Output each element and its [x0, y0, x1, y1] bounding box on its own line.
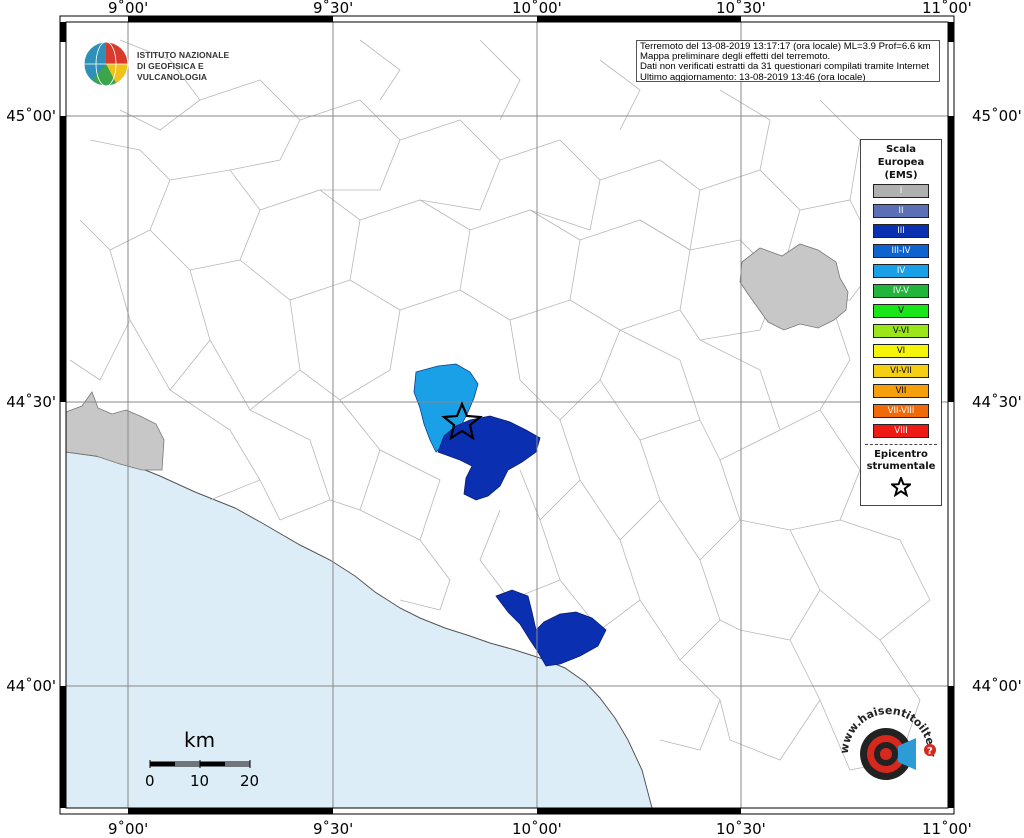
legend-title: Scala Europea (EMS): [877, 144, 925, 181]
scale-label-10: 10: [190, 772, 210, 790]
lon-tick-bottom-0: 9˚00': [108, 820, 148, 838]
lat-tick-right-2: 44˚00': [972, 677, 1022, 695]
scale-bar: km 0 10 20: [140, 728, 280, 798]
legend-item: IV-V: [873, 284, 929, 298]
ingv-line1: ISTITUTO NAZIONALE: [137, 50, 230, 60]
lat-tick-right-1: 44˚30': [972, 393, 1022, 411]
lon-tick-bottom-4: 11˚00': [922, 820, 972, 838]
legend-item: II: [873, 204, 929, 218]
legend-item: V-VI: [873, 324, 929, 338]
scale-label-20: 20: [240, 772, 260, 790]
ingv-logo: ISTITUTO NAZIONALE DI GEOFISICA E VULCAN…: [80, 38, 270, 90]
legend-item: IV: [873, 264, 929, 278]
scale-label-0: 0: [145, 772, 155, 790]
lat-tick-labels-right: 45˚00' 44˚30' 44˚00': [972, 107, 1022, 695]
ems-legend: Scala Europea (EMS) I II III III-IV IV IV-V V V…: [860, 139, 942, 506]
legend-item: VI: [873, 344, 929, 358]
lon-tick-bottom-1: 9˚30': [313, 820, 353, 838]
lat-tick-1: 44˚30': [6, 393, 56, 411]
haisentito-logo: www.haisentitoilterremoto.it ?: [822, 686, 948, 802]
haisentito-target-icon: www.haisentitoilterremoto.it ?: [822, 686, 938, 780]
legend-star-icon: [891, 477, 911, 497]
lat-tick-0: 45˚00': [6, 107, 56, 125]
lon-tick-labels-bottom: 9˚00' 9˚30' 10˚00' 10˚30' 11˚00': [108, 820, 972, 838]
lon-tick-labels-top: 9˚00' 9˚30' 10˚00' 10˚30' 11˚00': [108, 0, 972, 17]
legend-item: VIII: [873, 424, 929, 438]
lon-tick-1: 9˚30': [313, 0, 353, 17]
legend-item: I: [873, 184, 929, 198]
lon-tick-bottom-2: 10˚00': [512, 820, 562, 838]
legend-item: VII-VIII: [873, 404, 929, 418]
legend-epicenter-label: Epicentro strumentale: [866, 449, 936, 472]
scale-unit: km: [184, 728, 216, 752]
legend-item: III-IV: [873, 244, 929, 258]
legend-item: VI-VII: [873, 364, 929, 378]
legend-item: VII: [873, 384, 929, 398]
svg-text:?: ?: [927, 746, 933, 757]
ingv-line2: DI GEOFISICA E VULCANOLOGIA: [137, 61, 208, 82]
info-line4: Ultimo aggiornamento: 13-08-2019 13:46 (…: [640, 71, 866, 82]
legend-item: V: [873, 304, 929, 318]
lon-tick-2: 10˚00': [512, 0, 562, 17]
legend-items: I II III III-IV IV IV-V V V-VI VI VI-VII VII VII-VI…: [861, 184, 941, 438]
event-info-box: Terremoto del 13-08-2019 13:17:17 (ora l…: [636, 40, 940, 82]
lat-tick-2: 44˚00': [6, 677, 56, 695]
lon-tick-bottom-3: 10˚30': [716, 820, 766, 838]
lat-tick-labels-left: 45˚00' 44˚30' 44˚00': [6, 107, 56, 695]
lon-tick-4: 11˚00': [922, 0, 972, 17]
lon-tick-0: 9˚00': [108, 0, 148, 17]
ingv-globe-icon: [83, 41, 129, 87]
lon-tick-3: 10˚30': [716, 0, 766, 17]
lat-tick-right-0: 45˚00': [972, 107, 1022, 125]
legend-item: III: [873, 224, 929, 238]
